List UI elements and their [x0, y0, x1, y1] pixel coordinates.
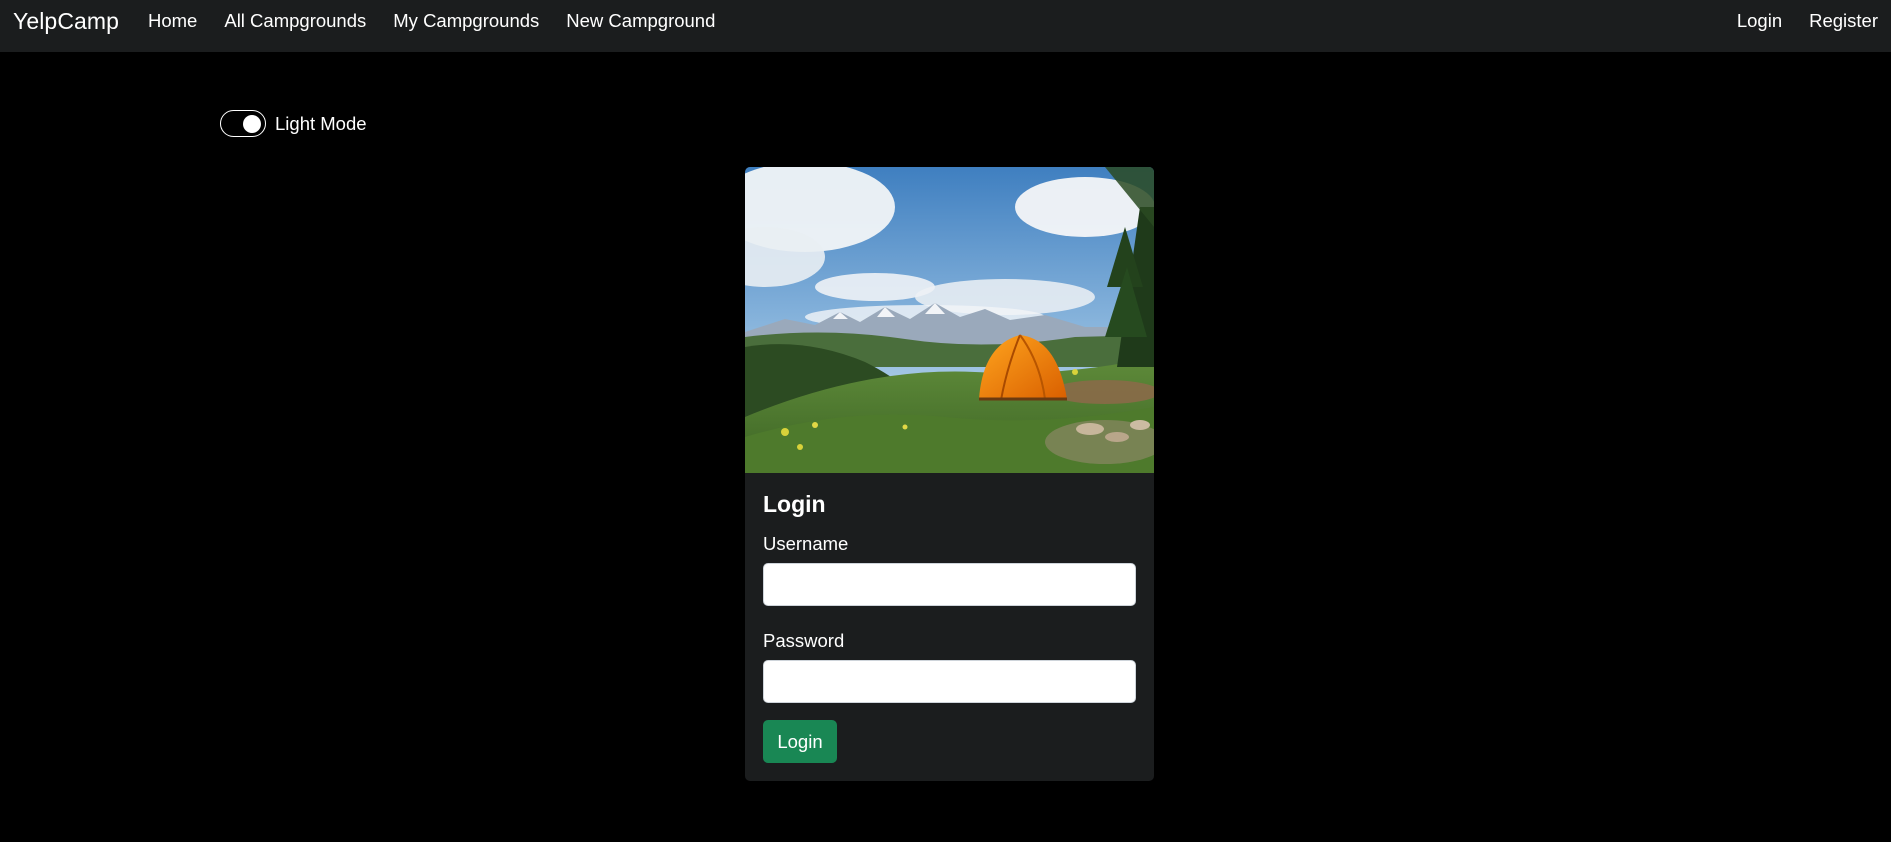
password-input[interactable]: [763, 660, 1136, 703]
nav-link-login[interactable]: Login: [1737, 10, 1782, 32]
nav-link-home[interactable]: Home: [148, 10, 197, 32]
nav-link-all-campgrounds[interactable]: All Campgrounds: [224, 10, 366, 32]
nav-link-my-campgrounds[interactable]: My Campgrounds: [393, 10, 539, 32]
login-card: Login Username Password Login: [745, 167, 1154, 781]
nav-link-new-campground[interactable]: New Campground: [566, 10, 715, 32]
camping-tent-landscape-image: [745, 167, 1154, 473]
top-navbar: YelpCamp Home All Campgrounds My Campgro…: [0, 0, 1891, 52]
nav-links-left: Home All Campgrounds My Campgrounds New …: [148, 10, 742, 32]
nav-links-right: Login Register: [1710, 10, 1878, 32]
switch-knob: [243, 114, 261, 133]
nav-link-register[interactable]: Register: [1809, 10, 1878, 32]
username-label: Username: [763, 533, 849, 554]
theme-switch[interactable]: [220, 110, 266, 137]
username-input[interactable]: [763, 563, 1136, 606]
login-title: Login: [763, 491, 826, 517]
theme-toggle: Light Mode: [220, 110, 367, 137]
brand-logo[interactable]: YelpCamp: [13, 8, 119, 35]
password-label: Password: [763, 630, 845, 651]
login-submit-button[interactable]: Login: [763, 720, 837, 763]
theme-toggle-label[interactable]: Light Mode: [275, 113, 367, 135]
